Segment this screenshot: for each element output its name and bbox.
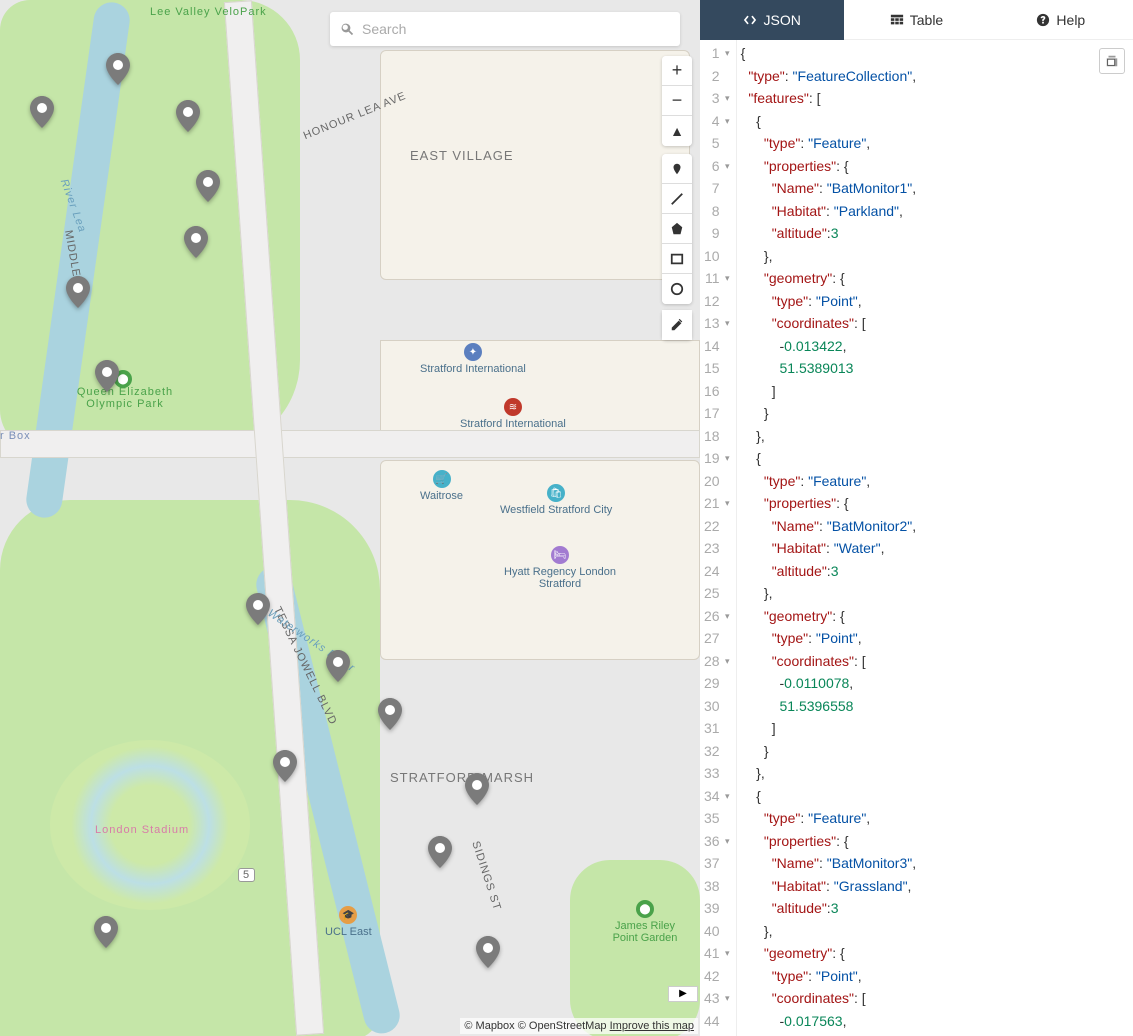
map-background <box>0 0 700 1036</box>
draw-point-button[interactable] <box>662 154 692 184</box>
map-marker[interactable] <box>94 916 118 948</box>
tab-table[interactable]: Table <box>844 0 988 40</box>
edit-button[interactable] <box>662 310 692 340</box>
draw-polygon-button[interactable] <box>662 214 692 244</box>
tabs: JSON Table Help <box>700 0 1133 40</box>
map-marker[interactable] <box>30 96 54 128</box>
map-marker[interactable] <box>326 650 350 682</box>
map-marker[interactable] <box>95 360 119 392</box>
map-marker[interactable] <box>106 53 130 85</box>
map-marker[interactable] <box>476 936 500 968</box>
zoom-controls: + − ▲ <box>662 56 692 146</box>
zoom-in-button[interactable]: + <box>662 56 692 86</box>
table-icon <box>890 13 904 27</box>
edit-control <box>662 310 692 340</box>
json-editor[interactable]: 1▾23▾4▾56▾7891011▾1213▾141516171819▾2021… <box>700 40 1133 1036</box>
map-marker[interactable] <box>184 226 208 258</box>
tab-table-label: Table <box>910 12 943 28</box>
tab-help[interactable]: Help <box>989 0 1133 40</box>
collapse-attribution-button[interactable]: ▶ <box>668 986 698 1002</box>
map-attribution: © Mapbox © OpenStreetMap Improve this ma… <box>460 1018 698 1034</box>
map-panel[interactable]: Lee Valley VeloPark HONOUR LEA AVE EAST … <box>0 0 700 1036</box>
search-box[interactable] <box>330 12 680 46</box>
code-content[interactable]: { "type": "FeatureCollection", "features… <box>737 40 917 1036</box>
attribution-osm[interactable]: © OpenStreetMap <box>518 1020 607 1032</box>
map-marker[interactable] <box>66 276 90 308</box>
map-marker[interactable] <box>273 750 297 782</box>
draw-line-button[interactable] <box>662 184 692 214</box>
search-icon <box>340 22 354 36</box>
help-icon <box>1036 13 1050 27</box>
draw-rectangle-button[interactable] <box>662 244 692 274</box>
map-marker[interactable] <box>246 593 270 625</box>
map-marker[interactable] <box>378 698 402 730</box>
copy-icon <box>1105 54 1119 68</box>
draw-circle-button[interactable] <box>662 274 692 304</box>
map-marker[interactable] <box>465 773 489 805</box>
code-panel: JSON Table Help 1▾23▾4▾56▾7891011▾1213▾1… <box>700 0 1133 1036</box>
line-gutter: 1▾23▾4▾56▾7891011▾1213▾141516171819▾2021… <box>700 40 737 1036</box>
search-input[interactable] <box>362 21 670 37</box>
map-marker[interactable] <box>176 100 200 132</box>
attribution-mapbox[interactable]: © Mapbox <box>464 1020 514 1032</box>
zoom-out-button[interactable]: − <box>662 86 692 116</box>
tab-json[interactable]: JSON <box>700 0 844 40</box>
draw-controls <box>662 154 692 304</box>
tab-help-label: Help <box>1056 12 1085 28</box>
attribution-improve[interactable]: Improve this map <box>610 1020 694 1032</box>
copy-button[interactable] <box>1099 48 1125 74</box>
map-marker[interactable] <box>428 836 452 868</box>
map-marker[interactable] <box>196 170 220 202</box>
code-icon <box>743 13 757 27</box>
reset-north-button[interactable]: ▲ <box>662 116 692 146</box>
tab-json-label: JSON <box>763 12 800 28</box>
